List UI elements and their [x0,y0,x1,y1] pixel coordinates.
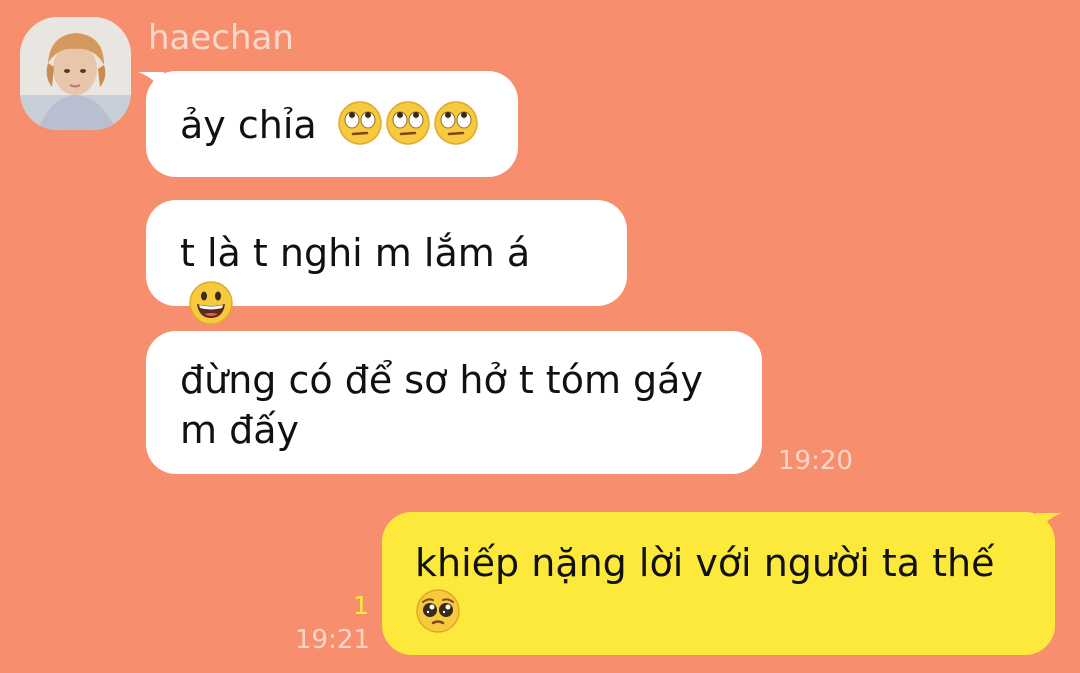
message-timestamp: 19:20 [778,446,853,476]
unread-count-badge: 1 [353,591,369,620]
message-bubble-incoming[interactable]: ảy chỉa [146,71,518,177]
eye-roll-face-icon [433,100,479,146]
contact-avatar[interactable] [20,17,131,130]
eye-roll-face-icon [385,100,431,146]
message-bubble-incoming[interactable]: đừng có để sơ hở t tóm gáy m đấy [146,331,762,474]
message-text: ảy chỉa [180,103,317,147]
message-text-line: m đấy [180,408,299,452]
message-text: t là t nghi m lắm á [180,231,531,275]
message-text-line: đừng có để sơ hở t tóm gáy [180,358,703,402]
contact-name[interactable]: haechan [148,18,294,58]
eye-roll-face-icon [337,100,383,146]
grinning-face-icon [188,280,234,326]
message-bubble-incoming[interactable]: t là t nghi m lắm á [146,200,627,325]
profile-photo-icon [20,17,131,130]
message-text: khiếp nặng lời với người ta thế [415,541,995,585]
message-timestamp: 19:21 [295,625,370,655]
message-bubble-outgoing[interactable]: khiếp nặng lời với người ta thế [382,512,1055,655]
pleading-face-icon [415,588,461,634]
